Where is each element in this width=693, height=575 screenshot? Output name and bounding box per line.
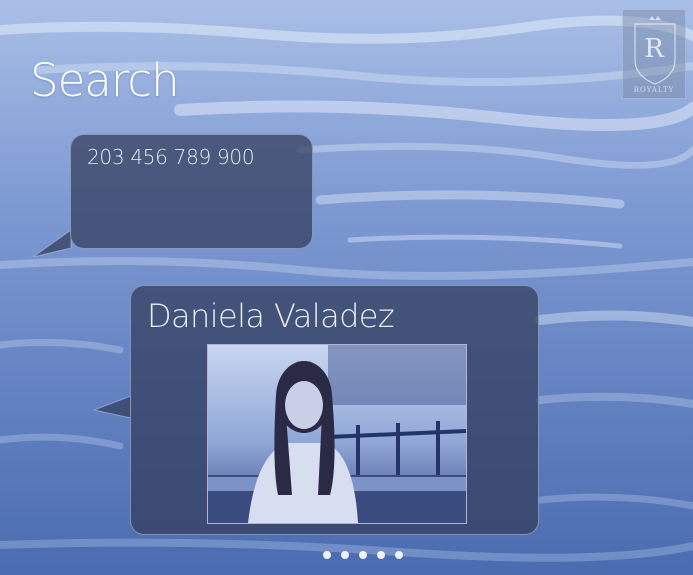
contact-bubble-tail: [92, 395, 132, 419]
contact-name: Daniela Valadez: [147, 297, 395, 335]
page-dot[interactable]: [395, 551, 403, 559]
brand-logo: R ROYALTY: [622, 9, 686, 99]
phone-number: 203 456 789 900: [87, 145, 255, 169]
page-title: Search: [30, 54, 180, 107]
page-dot[interactable]: [341, 551, 349, 559]
logo-text: ROYALTY: [633, 86, 675, 94]
page-dot[interactable]: [377, 551, 385, 559]
logo-initial: R: [644, 34, 664, 64]
contact-bubble[interactable]: Daniela Valadez: [130, 285, 539, 535]
contact-photo[interactable]: [207, 344, 467, 524]
page-dot[interactable]: [323, 551, 331, 559]
portrait-image: [208, 345, 466, 523]
number-bubble[interactable]: 203 456 789 900: [70, 134, 313, 249]
page-dot[interactable]: [359, 551, 367, 559]
page-indicator: [323, 551, 403, 559]
